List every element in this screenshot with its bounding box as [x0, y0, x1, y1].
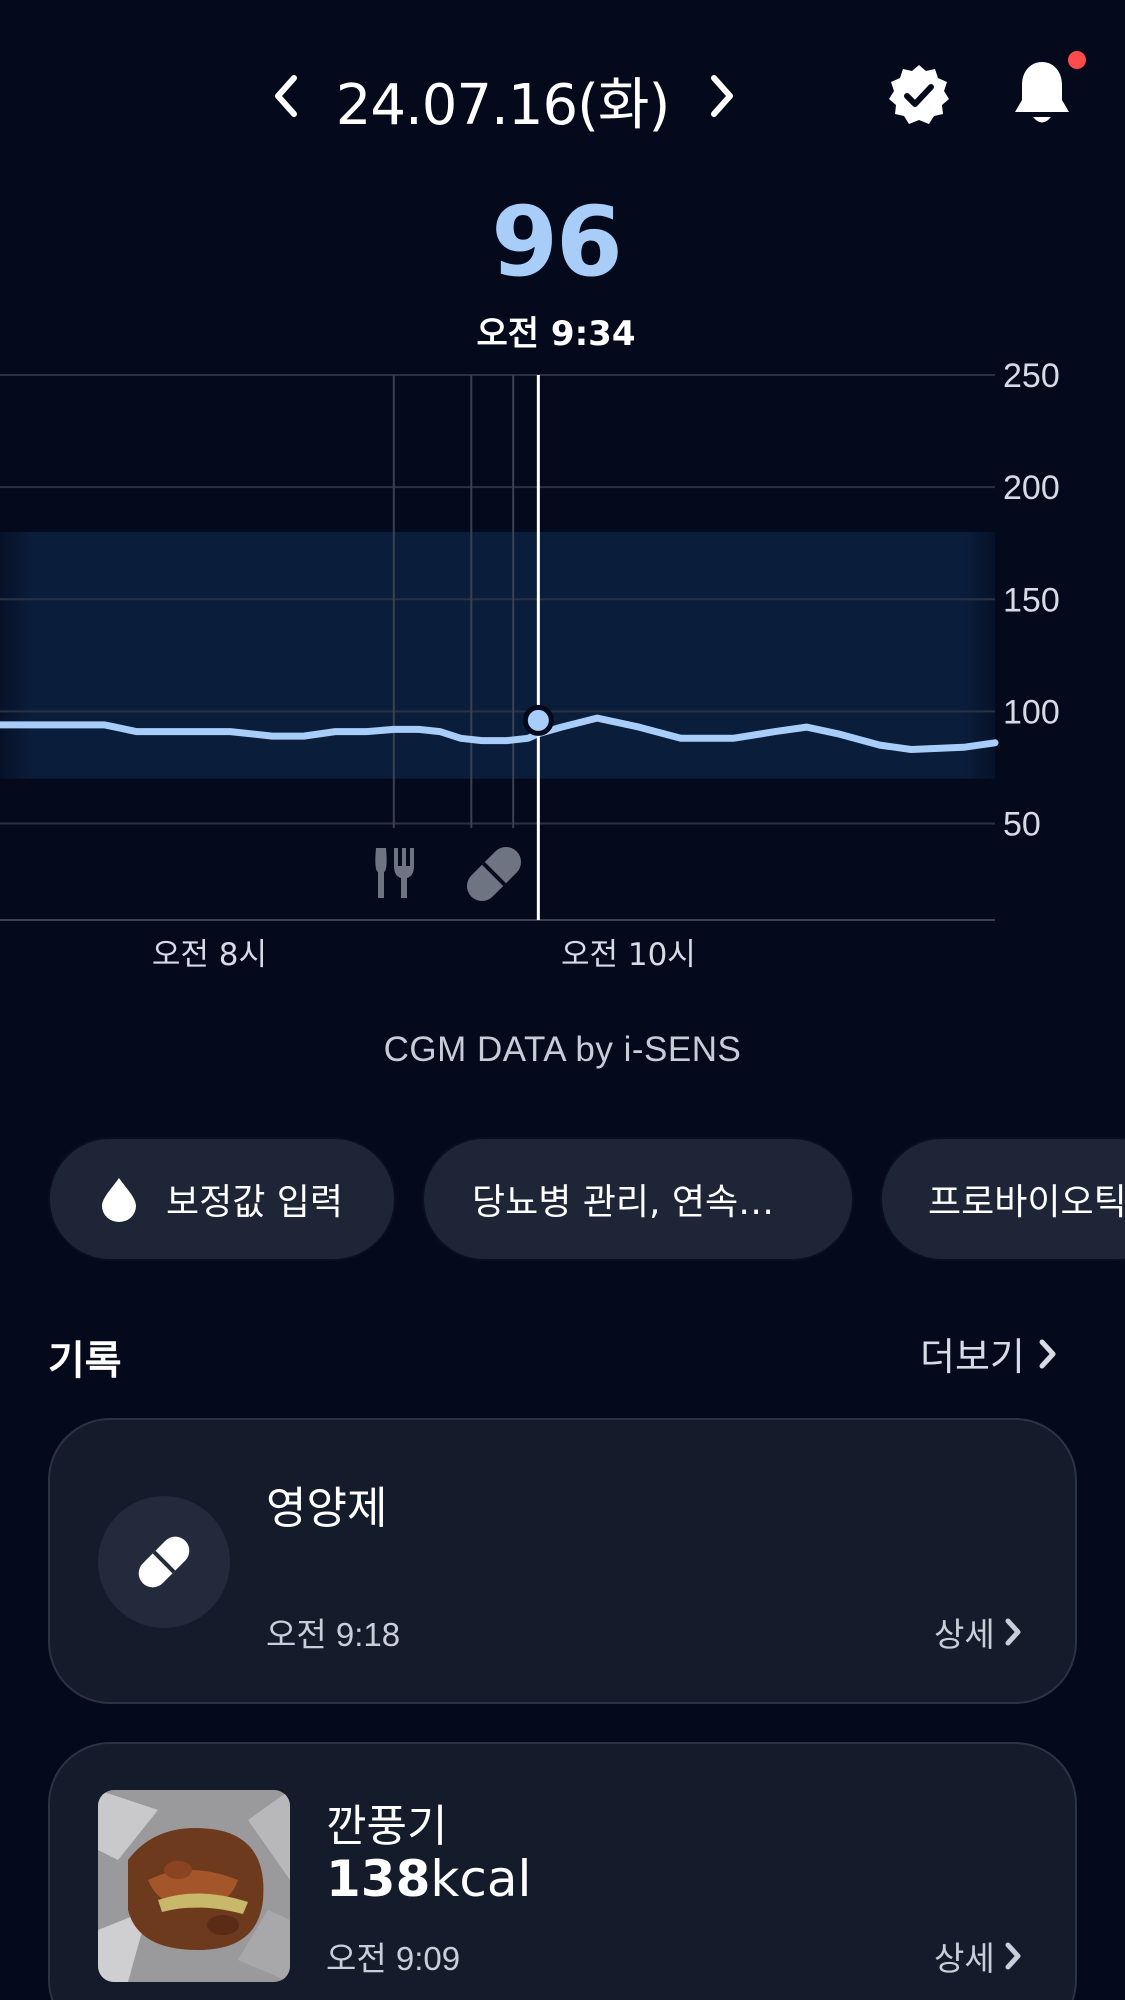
- x-tick-label: 오전 10시: [561, 937, 696, 973]
- diabetes-topic-chip[interactable]: 당뇨병 관리, 연속…: [422, 1137, 854, 1261]
- chip-label: 프로바이오틱: [928, 1182, 1125, 1223]
- record-detail-link[interactable]: 상세: [934, 1932, 1023, 1980]
- y-tick-label: 250: [1003, 360, 1060, 395]
- record-time: 오전 9:18: [266, 1616, 401, 1653]
- calorie-value: 138: [326, 1850, 431, 1908]
- food-photo: [98, 1790, 290, 1982]
- chevron-right-icon: [711, 75, 733, 117]
- chevron-right-icon: [1005, 1942, 1021, 1970]
- chevron-right-icon: [1039, 1339, 1056, 1368]
- y-axis: 50 100 150 200 250: [1003, 360, 1060, 844]
- x-tick-label: 오전 8시: [152, 937, 267, 973]
- verified-button[interactable]: [886, 62, 952, 132]
- glucose-reading-value: 96: [491, 186, 623, 298]
- glucose-reading-time: 오전 9:34: [476, 314, 636, 354]
- x-axis: 오전 8시 오전 10시: [152, 937, 696, 973]
- chevron-left-icon: [275, 75, 297, 117]
- data-source-credit: CGM DATA by i-SENS: [383, 1030, 742, 1069]
- bell-icon: [1015, 62, 1069, 123]
- record-card-meal[interactable]: 깐풍기 138kcal 오전 9:09 상세: [48, 1742, 1077, 2000]
- record-title: 영양제: [266, 1483, 388, 1534]
- y-tick-label: 50: [1003, 806, 1041, 844]
- chip-label: 당뇨병 관리, 연속…: [472, 1182, 775, 1223]
- more-label: 더보기: [920, 1335, 1025, 1379]
- pill-icon: [466, 846, 522, 902]
- probiotic-topic-chip[interactable]: 프로바이오틱: [880, 1137, 1125, 1261]
- prev-date-button[interactable]: [262, 66, 312, 126]
- calorie-unit: kcal: [430, 1850, 532, 1908]
- record-title: 깐풍기: [326, 1801, 448, 1852]
- records-more-link[interactable]: 더보기: [920, 1326, 1059, 1381]
- y-tick-label: 200: [1003, 469, 1060, 507]
- supplement-icon-circle: [98, 1496, 230, 1628]
- detail-label: 상세: [934, 1615, 995, 1654]
- chip-label: 보정값 입력: [166, 1182, 344, 1223]
- meal-marker[interactable]: [375, 848, 414, 898]
- records-section-title: 기록: [48, 1338, 122, 1384]
- calibration-input-chip[interactable]: 보정값 입력: [48, 1137, 396, 1261]
- y-tick-label: 100: [1003, 693, 1060, 731]
- record-card-supplement[interactable]: 영양제 오전 9:18 상세: [48, 1418, 1077, 1704]
- water-drop-icon: [98, 1176, 140, 1222]
- pill-icon: [138, 1536, 190, 1588]
- notification-button[interactable]: [1010, 58, 1074, 134]
- glucose-chart[interactable]: 50 100 150 200 250 오전 8시 오전 10시: [0, 360, 1125, 980]
- verified-badge-icon: [889, 65, 949, 124]
- next-date-button[interactable]: [696, 66, 746, 126]
- notification-badge: [1068, 51, 1086, 69]
- fork-knife-icon: [375, 848, 414, 898]
- record-detail-link[interactable]: 상세: [934, 1608, 1023, 1656]
- medication-marker[interactable]: [461, 841, 527, 907]
- selected-point[interactable]: [522, 704, 554, 736]
- detail-label: 상세: [934, 1939, 995, 1978]
- y-tick-label: 150: [1003, 581, 1060, 619]
- record-calories: 138kcal: [326, 1850, 531, 1908]
- date-label[interactable]: 24.07.16(화): [330, 60, 675, 141]
- chevron-right-icon: [1005, 1618, 1021, 1646]
- record-time: 오전 9:09: [326, 1940, 461, 1977]
- header-bar: 24.07.16(화): [0, 0, 1125, 190]
